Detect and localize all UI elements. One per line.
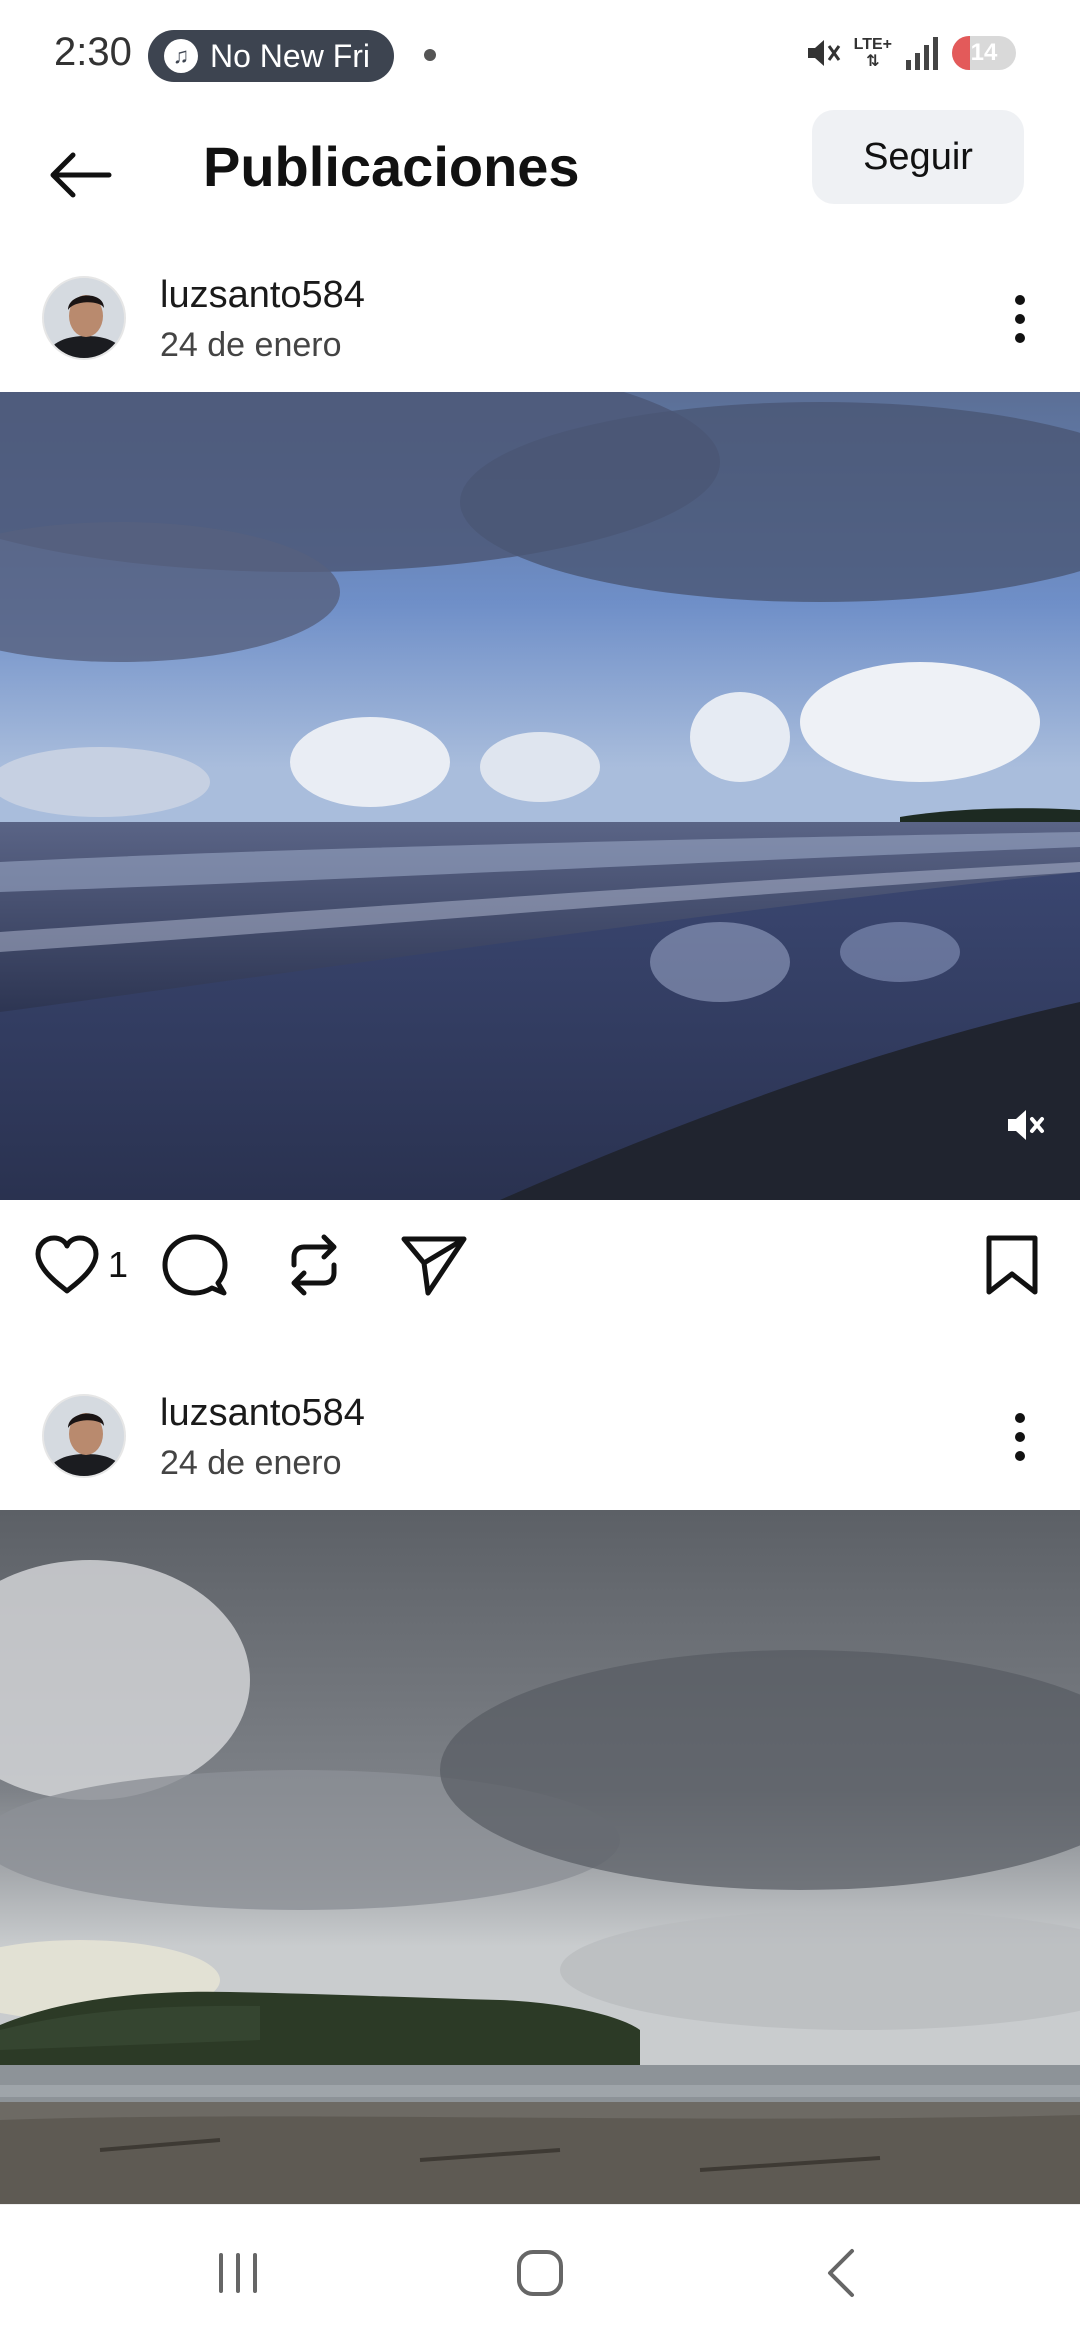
comment-icon xyxy=(162,1234,228,1296)
repost-button[interactable] xyxy=(284,1230,344,1300)
post-date: 24 de enero xyxy=(160,326,342,364)
more-vertical-icon xyxy=(1015,1413,1025,1461)
page-title: Publicaciones xyxy=(203,135,580,198)
post-video[interactable] xyxy=(0,392,1080,1200)
home-button[interactable] xyxy=(510,2243,570,2303)
music-note-icon: ♫ xyxy=(164,39,198,73)
network-type: LTE+ ⇅ xyxy=(853,36,892,70)
save-button[interactable] xyxy=(984,1230,1040,1300)
post-header: luzsanto584 24 de enero xyxy=(0,1378,1080,1498)
status-time: 2:30 xyxy=(54,30,132,74)
more-vertical-icon xyxy=(1015,295,1025,343)
status-icons: LTE+ ⇅ 14 xyxy=(804,34,1016,72)
status-bar: 2:30 ♫ No New Fri LTE+ ⇅ 14 xyxy=(0,0,1080,110)
avatar-image xyxy=(44,278,124,358)
post-image[interactable] xyxy=(0,1510,1080,2204)
share-button[interactable] xyxy=(400,1230,468,1300)
arrow-left-icon xyxy=(50,152,112,198)
mute-button[interactable] xyxy=(1000,1100,1050,1150)
more-options-button[interactable] xyxy=(990,1402,1050,1472)
now-playing-text: No New Fri xyxy=(210,37,371,74)
post-header: luzsanto584 24 de enero xyxy=(0,260,1080,380)
avatar-image xyxy=(44,1396,124,1476)
repost-icon xyxy=(291,1234,337,1296)
avatar[interactable] xyxy=(42,1394,126,1478)
system-back-button[interactable] xyxy=(812,2243,872,2303)
battery-indicator: 14 xyxy=(952,36,1016,70)
beach-video-frame xyxy=(0,392,1080,1200)
recents-button[interactable] xyxy=(208,2243,268,2303)
post-actions: 1 xyxy=(0,1200,1080,1330)
avatar[interactable] xyxy=(42,276,126,360)
top-app-bar: Publicaciones Seguir xyxy=(0,110,1080,230)
recents-icon xyxy=(219,2253,257,2293)
send-icon xyxy=(401,1236,467,1296)
heart-icon xyxy=(35,1235,99,1294)
notification-dot xyxy=(424,49,436,61)
post-username[interactable]: luzsanto584 xyxy=(160,274,365,317)
follow-button[interactable]: Seguir xyxy=(812,110,1024,204)
vibrate-mute-icon xyxy=(807,40,840,66)
home-icon xyxy=(517,2250,563,2296)
now-playing-pill[interactable]: ♫ No New Fri xyxy=(148,30,394,82)
signal-icon xyxy=(906,37,938,70)
cloudy-beach-image xyxy=(0,1510,1080,2204)
screen: 2:30 ♫ No New Fri LTE+ ⇅ 14 Publicacione… xyxy=(0,0,1080,2340)
bookmark-icon xyxy=(986,1235,1038,1295)
system-navigation-bar xyxy=(0,2204,1080,2340)
like-button[interactable]: 1 xyxy=(34,1230,128,1300)
more-options-button[interactable] xyxy=(990,284,1050,354)
comment-button[interactable] xyxy=(162,1230,228,1300)
post-username[interactable]: luzsanto584 xyxy=(160,1392,365,1435)
speaker-muted-icon xyxy=(1008,1110,1044,1140)
back-button[interactable] xyxy=(40,135,120,215)
post-date: 24 de enero xyxy=(160,1444,342,1482)
like-count: 1 xyxy=(108,1244,129,1285)
chevron-left-icon xyxy=(828,2249,854,2297)
